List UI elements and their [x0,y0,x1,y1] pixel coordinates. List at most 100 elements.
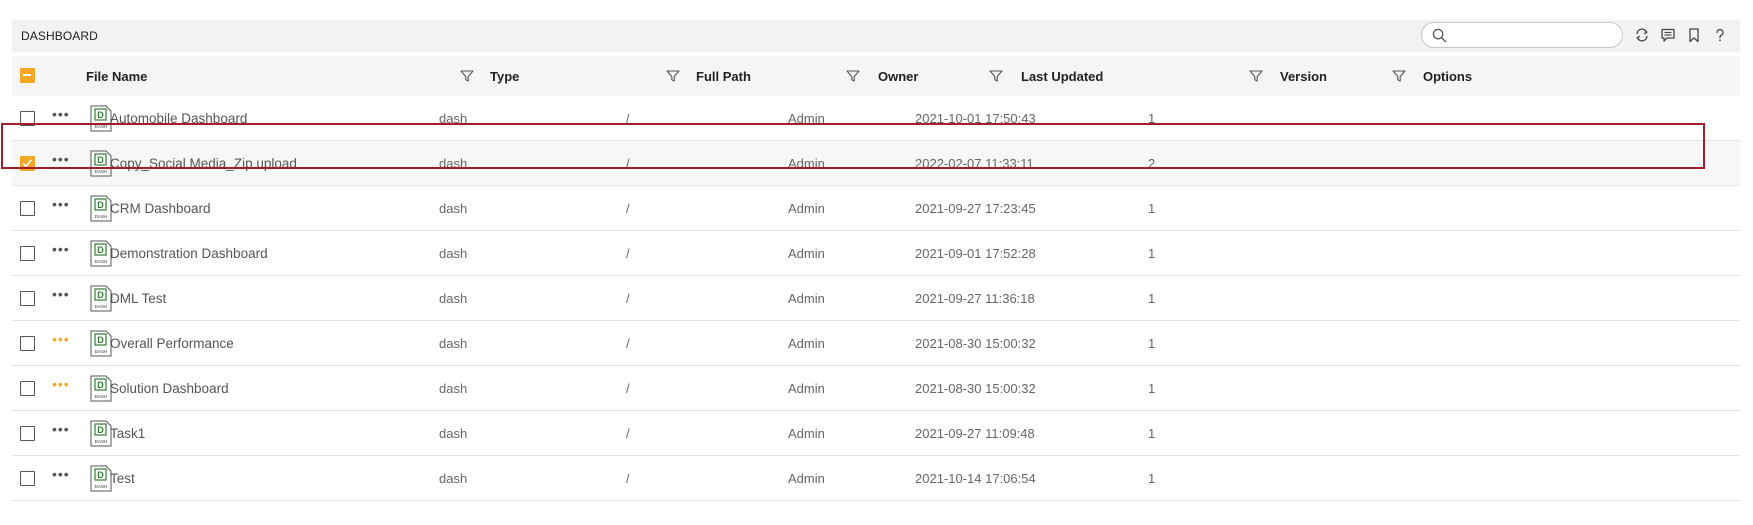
row-checkbox[interactable] [20,336,35,351]
file-name-link[interactable]: DML Test [110,276,166,321]
row-checkbox[interactable] [20,156,35,171]
file-name-link[interactable]: Test [110,456,135,501]
table-row[interactable]: ••• D DASH Demonstration Dashboard dash … [12,231,1740,276]
dashboard-file-icon: D DASH [90,375,112,402]
filter-icon[interactable] [1392,69,1406,83]
table-row[interactable]: ••• D DASH CRM Dashboard dash / Admin 20… [12,186,1740,231]
file-name-link[interactable]: Copy_Social Media_Zip upload [110,141,297,186]
type-cell: dash [439,336,468,351]
filter-icon[interactable] [989,69,1003,83]
row-checkbox[interactable] [20,381,35,396]
row-checkbox[interactable] [20,201,35,216]
row-checkbox[interactable] [20,291,35,306]
table-row[interactable]: ••• D DASH Overall Performance dash / Ad… [12,321,1740,366]
checkmark-icon [22,159,33,168]
help-button[interactable] [1711,26,1729,44]
table-header: File Name Type Full Path Owner Last Upda… [12,56,1740,96]
version-cell: 2 [1148,156,1156,171]
row-actions-menu[interactable]: ••• [52,467,70,481]
dashboard-file-icon: D DASH [90,105,112,132]
filter-icon[interactable] [666,69,680,83]
table-row[interactable]: ••• D DASH Test dash / Admin 2021-10-14 … [12,456,1740,501]
row-actions-menu[interactable]: ••• [52,197,70,211]
file-icon-label: DASH [95,394,108,399]
svg-text:D: D [97,155,104,165]
dashboard-header-bar: DASHBOARD [12,20,1740,52]
type-cell: dash [439,426,468,441]
svg-text:D: D [97,425,104,435]
filter-icon[interactable] [460,69,474,83]
file-name-link[interactable]: Automobile Dashboard [110,96,247,141]
file-name-link[interactable]: CRM Dashboard [110,186,211,231]
search-input[interactable] [1452,26,1612,44]
row-actions-menu[interactable]: ••• [52,332,70,346]
table-row[interactable]: ••• D DASH Automobile Dashboard dash / A… [12,96,1740,141]
type-cell: dash [439,111,468,126]
row-actions-menu[interactable]: ••• [52,287,70,301]
dashboard-file-icon: D DASH [90,150,112,177]
full-path-cell: / [626,471,630,486]
row-actions-menu[interactable]: ••• [52,107,70,121]
row-actions-menu[interactable]: ••• [52,152,70,166]
help-icon [1716,28,1724,42]
row-actions-menu[interactable]: ••• [52,242,70,256]
column-header-last-updated[interactable]: Last Updated [1021,56,1103,96]
file-name-link[interactable]: Solution Dashboard [110,366,229,411]
column-header-version[interactable]: Version [1280,56,1327,96]
filter-icon[interactable] [1249,69,1263,83]
file-name-link[interactable]: Task1 [110,411,145,456]
svg-text:D: D [97,380,104,390]
last-updated-cell: 2021-10-14 17:06:54 [915,471,1036,486]
search-box[interactable] [1421,22,1623,48]
row-actions-menu[interactable]: ••• [52,377,70,391]
refresh-button[interactable] [1633,26,1651,44]
comment-button[interactable] [1659,26,1677,44]
column-header-owner[interactable]: Owner [878,56,918,96]
version-cell: 1 [1148,381,1156,396]
row-actions-menu[interactable]: ••• [52,422,70,436]
version-cell: 1 [1148,201,1156,216]
select-all-checkbox[interactable] [20,68,35,83]
column-header-type[interactable]: Type [490,56,519,96]
bookmark-icon [1689,28,1699,43]
svg-text:D: D [97,245,104,255]
row-checkbox[interactable] [20,471,35,486]
version-cell: 1 [1148,111,1156,126]
full-path-cell: / [626,381,630,396]
file-icon-label: DASH [95,169,108,174]
dashboard-file-icon: D DASH [90,240,112,267]
type-cell: dash [439,291,468,306]
full-path-cell: / [626,156,630,171]
table-row[interactable]: ••• D DASH DML Test dash / Admin 2021-09… [12,276,1740,321]
filter-icon[interactable] [846,69,860,83]
refresh-icon [1636,28,1648,42]
row-checkbox[interactable] [20,246,35,261]
dashboard-file-icon: D DASH [90,285,112,312]
table-row[interactable]: ••• D DASH Task1 dash / Admin 2021-09-27… [12,411,1740,456]
table-row[interactable]: ••• D DASH Copy_Social Media_Zip upload … [12,141,1740,186]
owner-cell: Admin [788,336,825,351]
owner-cell: Admin [788,471,825,486]
row-checkbox[interactable] [20,426,35,441]
file-icon-label: DASH [95,484,108,489]
column-header-file-name[interactable]: File Name [86,56,147,96]
owner-cell: Admin [788,156,825,171]
owner-cell: Admin [788,201,825,216]
file-icon-label: DASH [95,349,108,354]
file-icon-label: DASH [95,439,108,444]
column-header-full-path[interactable]: Full Path [696,56,751,96]
last-updated-cell: 2021-09-27 11:09:48 [915,426,1035,441]
row-checkbox[interactable] [20,111,35,126]
file-name-link[interactable]: Overall Performance [110,321,234,366]
owner-cell: Admin [788,426,825,441]
type-cell: dash [439,201,468,216]
table-row[interactable]: ••• D DASH Solution Dashboard dash / Adm… [12,366,1740,411]
type-cell: dash [439,471,468,486]
svg-text:D: D [97,110,104,120]
bookmark-button[interactable] [1685,26,1703,44]
file-name-link[interactable]: Demonstration Dashboard [110,231,268,276]
column-header-options: Options [1423,68,1473,84]
version-cell: 1 [1148,336,1156,351]
full-path-cell: / [626,246,630,261]
owner-cell: Admin [788,381,825,396]
